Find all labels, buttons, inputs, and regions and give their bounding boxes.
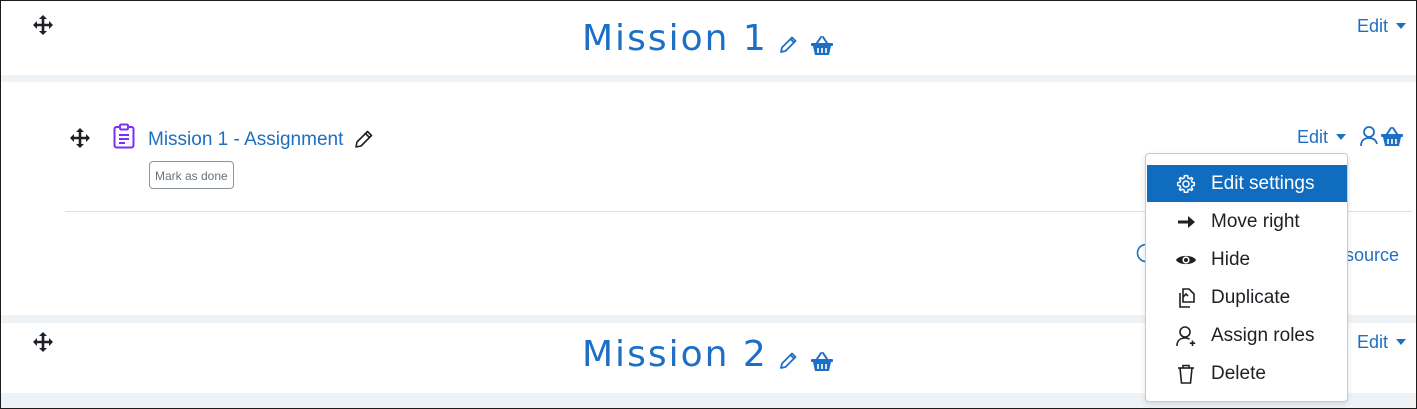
menu-item-delete[interactable]: Delete <box>1147 355 1347 392</box>
duplicate-icon <box>1175 287 1197 309</box>
menu-item-label: Duplicate <box>1211 286 1291 308</box>
move-icon[interactable] <box>32 14 54 36</box>
pencil-icon[interactable] <box>353 128 375 150</box>
edit-label: Edit <box>1357 16 1389 36</box>
edit-label: Edit <box>1357 332 1389 352</box>
user-plus-icon <box>1175 325 1197 347</box>
caret-down-icon <box>1396 339 1407 345</box>
menu-item-hide[interactable]: Hide <box>1147 241 1347 278</box>
pencil-icon[interactable] <box>777 350 799 372</box>
add-activity-link[interactable]: source <box>1345 245 1399 266</box>
activity-edit-dropdown: Edit settings Move right Hide Duplicate … <box>1145 153 1348 402</box>
gear-icon <box>1175 173 1197 195</box>
menu-item-move-right[interactable]: Move right <box>1147 203 1347 240</box>
eye-icon <box>1175 249 1197 271</box>
menu-item-duplicate[interactable]: Duplicate <box>1147 279 1347 316</box>
caret-down-icon <box>1336 134 1347 140</box>
user-icon[interactable] <box>1359 125 1381 147</box>
caret-down-icon <box>1396 23 1407 29</box>
section-title[interactable]: Mission 2 <box>582 334 768 375</box>
pencil-icon[interactable] <box>777 34 799 56</box>
section-header-1: Mission 1 Edit <box>1 1 1416 75</box>
section-separator <box>1 75 1416 82</box>
course-page: Mission 1 Edit Mission 1 - Assignment Ma… <box>1 1 1416 408</box>
move-icon[interactable] <box>69 127 91 149</box>
basket-icon[interactable] <box>810 351 834 373</box>
section-edit-menu[interactable]: Edit <box>1357 332 1407 353</box>
menu-item-label: Edit settings <box>1211 172 1315 194</box>
basket-icon[interactable] <box>1380 126 1404 148</box>
section-title[interactable]: Mission 1 <box>582 18 768 59</box>
assignment-icon <box>112 123 136 149</box>
section-edit-menu[interactable]: Edit <box>1357 16 1407 37</box>
move-icon[interactable] <box>32 331 54 353</box>
activity-link[interactable]: Mission 1 - Assignment <box>148 129 343 151</box>
menu-item-label: Move right <box>1211 210 1300 232</box>
menu-item-edit-settings[interactable]: Edit settings <box>1147 165 1347 202</box>
activity-edit-menu[interactable]: Edit <box>1297 127 1347 148</box>
menu-item-label: Delete <box>1211 362 1266 384</box>
trash-icon <box>1175 363 1197 385</box>
menu-item-label: Hide <box>1211 248 1251 270</box>
menu-item-label: Assign roles <box>1211 324 1315 346</box>
mark-as-done-button[interactable]: Mark as done <box>149 161 234 189</box>
menu-item-assign-roles[interactable]: Assign roles <box>1147 317 1347 354</box>
edit-label: Edit <box>1297 127 1329 147</box>
basket-icon[interactable] <box>810 35 834 57</box>
arrow-right-icon <box>1175 211 1197 233</box>
